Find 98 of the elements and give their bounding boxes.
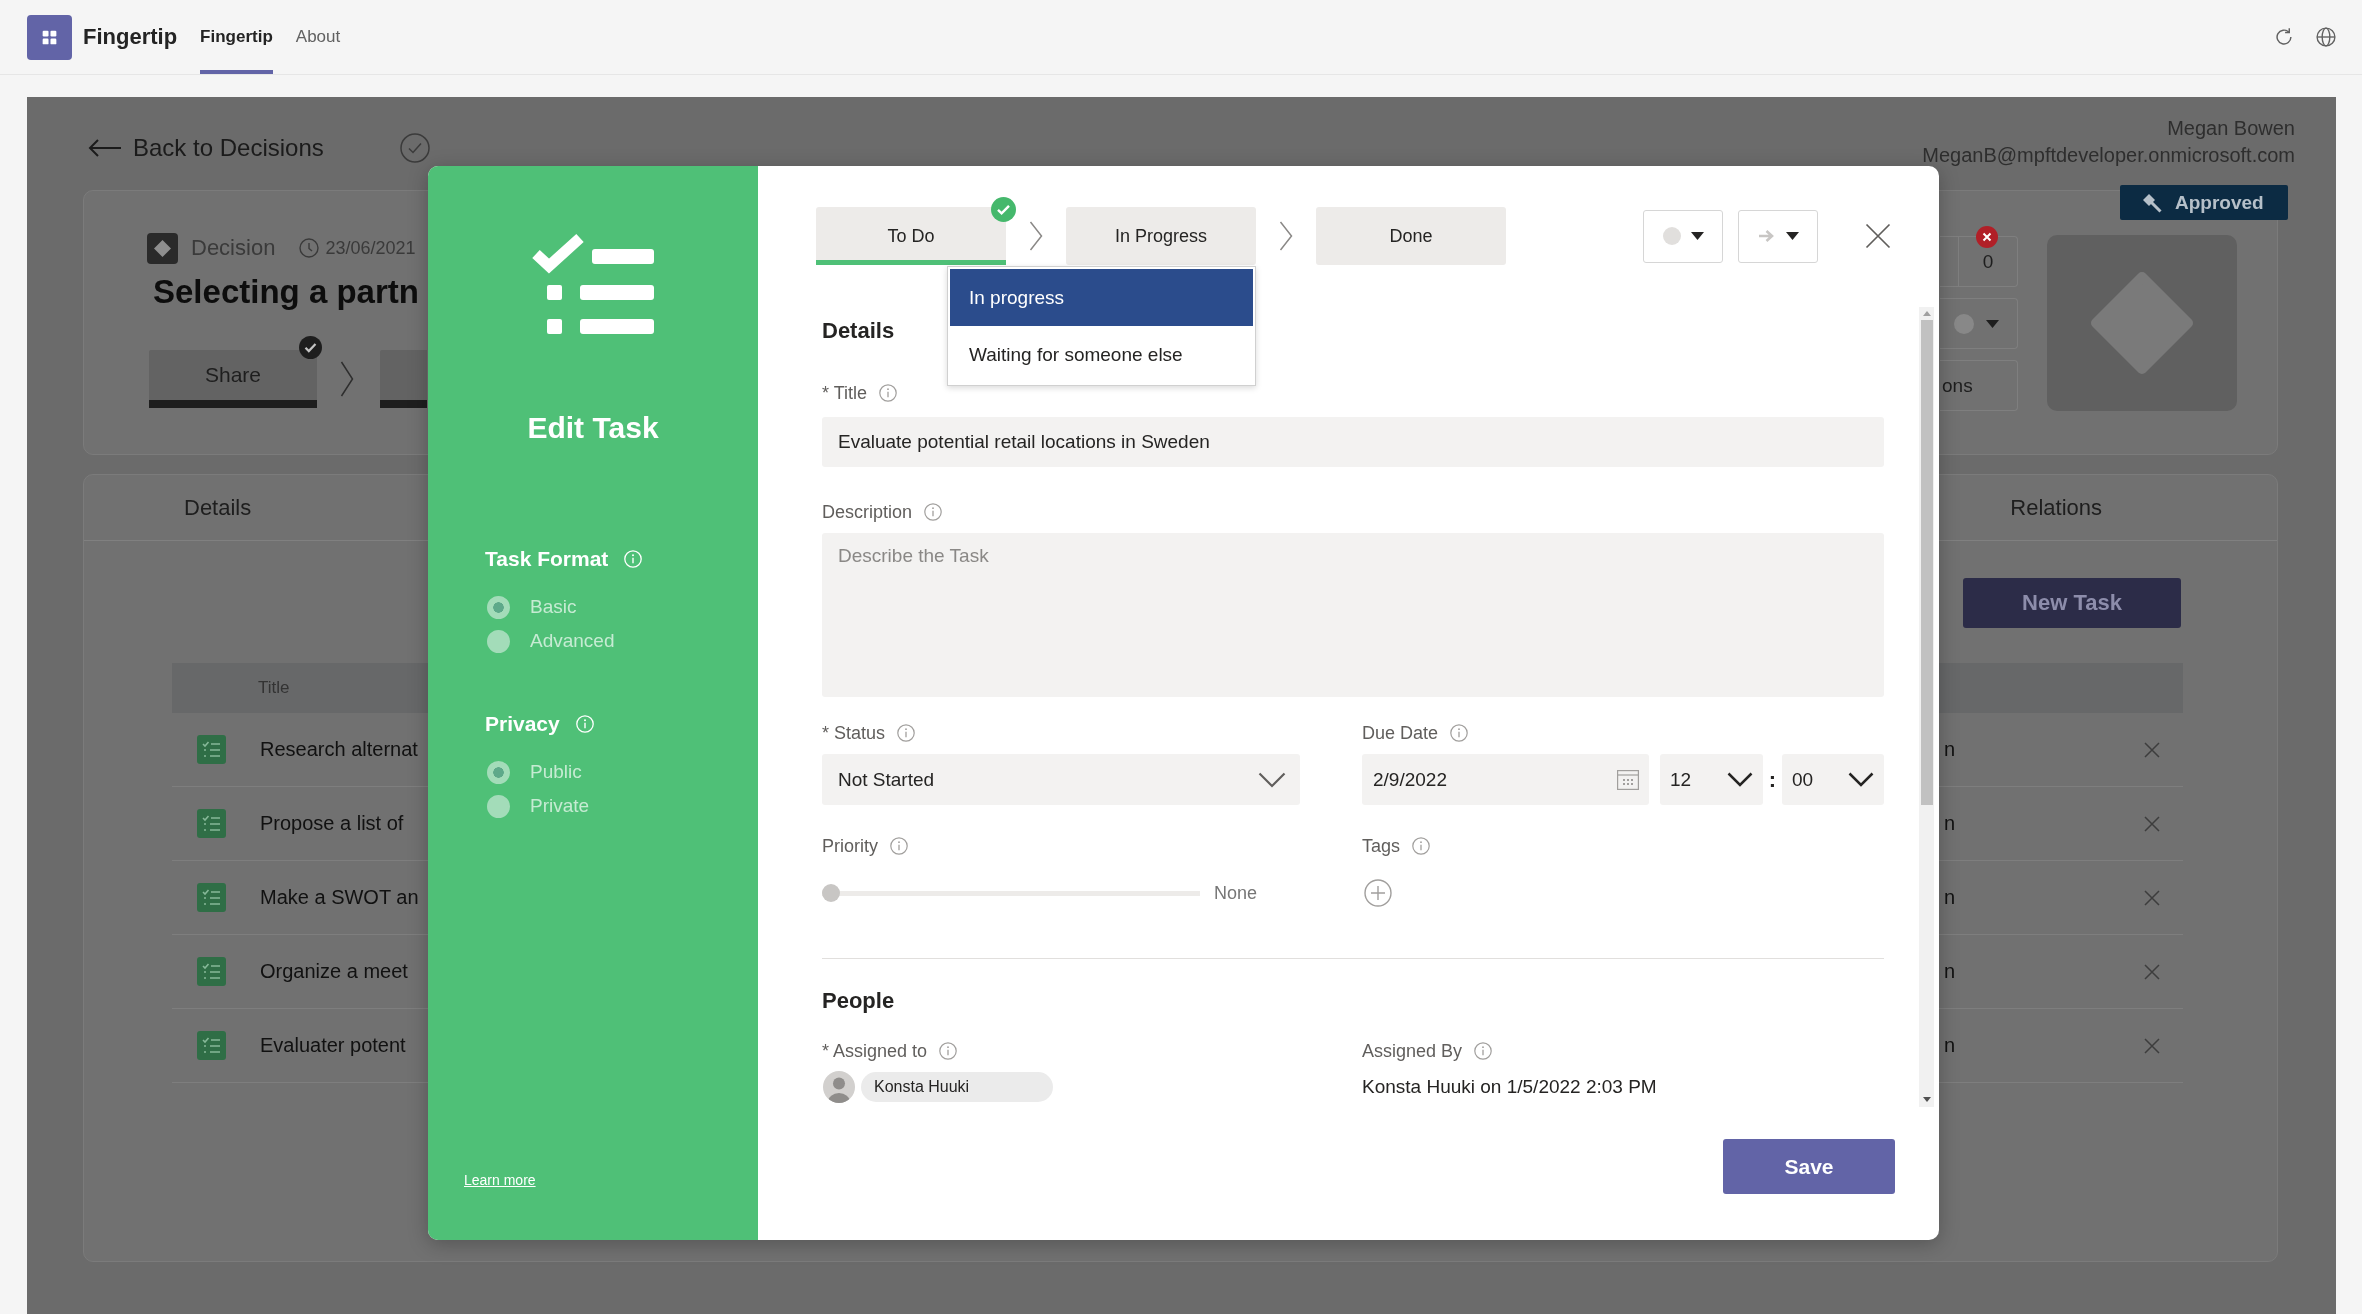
info-icon[interactable] — [890, 837, 908, 855]
table-cell: Evaluater potent — [260, 1034, 406, 1057]
arrow-right-icon — [1757, 229, 1776, 243]
table-cell: Research alternat — [260, 738, 418, 761]
date-field[interactable]: 2/9/2022 — [1362, 754, 1649, 805]
stage-button[interactable] — [380, 350, 427, 408]
status-dropdown[interactable]: Not Started — [822, 754, 1300, 805]
dialog-title: Edit Task — [527, 410, 659, 446]
checklist-icon — [530, 232, 654, 336]
chevron-down-icon — [1848, 772, 1874, 787]
app-name: Fingertip — [83, 24, 178, 50]
circle-icon — [1662, 227, 1681, 245]
dropdown-button[interactable] — [1940, 298, 2018, 349]
decision-title: Selecting a partn — [153, 272, 419, 312]
description-field[interactable]: Describe the Task — [822, 533, 1884, 697]
info-icon[interactable] — [924, 503, 943, 521]
chevron-down-icon — [1727, 772, 1753, 787]
new-task-button[interactable]: New Task — [1963, 578, 2181, 628]
checklist-icon — [197, 1031, 226, 1060]
scrollbar[interactable] — [1919, 307, 1934, 1107]
error-icon — [1976, 226, 1998, 248]
tab[interactable]: Details — [184, 494, 252, 521]
caret-up-icon[interactable] — [1922, 311, 1931, 316]
field-label: * Assigned to — [822, 1040, 928, 1062]
time-separator: : — [1767, 766, 1778, 793]
scrollbar-thumb[interactable] — [1920, 320, 1933, 805]
status-label: Approved — [2175, 191, 2264, 214]
minute-dropdown[interactable]: 00 — [1782, 754, 1884, 805]
chevron-right-icon — [1029, 221, 1043, 251]
section-heading: People — [822, 987, 895, 1015]
field-label: Due Date — [1362, 722, 1439, 744]
arrow-left-icon — [88, 138, 122, 158]
counter-value: 0 — [1981, 249, 1995, 274]
hour-dropdown[interactable]: 12 — [1660, 754, 1763, 805]
calendar-icon[interactable] — [1617, 769, 1639, 790]
info-icon[interactable] — [879, 384, 898, 402]
table-cell: Make a SWOT an — [260, 886, 419, 909]
circle-icon — [1954, 313, 1974, 334]
field-label: * Title — [822, 382, 868, 404]
chevron-right-icon — [1279, 221, 1293, 251]
section-heading: Privacy — [485, 712, 560, 736]
table-cell: n — [1944, 886, 1956, 909]
slider-thumb[interactable] — [822, 884, 840, 902]
step-tab[interactable]: Done — [1316, 207, 1506, 265]
item-type-label: Decision — [191, 235, 276, 261]
table-cell: n — [1944, 1034, 1956, 1057]
gavel-icon — [2142, 192, 2162, 213]
tab[interactable]: Relations — [2010, 494, 2102, 521]
avatar — [823, 1071, 855, 1103]
refresh-icon[interactable] — [2274, 27, 2294, 47]
checklist-icon — [197, 735, 226, 764]
info-icon[interactable] — [1474, 1042, 1493, 1060]
date-text: 23/06/2021 — [325, 237, 416, 259]
caret-down-icon[interactable] — [1922, 1097, 1931, 1102]
field-label: Tags — [1362, 835, 1401, 857]
back-link[interactable]: Back to Decisions — [88, 134, 400, 162]
section-heading: Task Format — [485, 547, 609, 571]
title-input[interactable]: Evaluate potential retail locations in Sweden — [822, 417, 1884, 467]
add-icon[interactable] — [1364, 879, 1392, 907]
chevron-down-icon — [1258, 771, 1286, 788]
save-button[interactable]: Save — [1723, 1139, 1895, 1194]
caret-icon — [1986, 319, 1999, 328]
field-label: Assigned By — [1362, 1040, 1463, 1062]
user-email: MeganB@mpftdeveloper.onmicrosoft.com — [1922, 144, 2295, 166]
table-cell: n — [1944, 812, 1956, 835]
checklist-icon — [197, 883, 226, 912]
field-label: Description — [822, 501, 913, 523]
caret-icon — [1785, 232, 1799, 240]
info-icon[interactable] — [939, 1042, 958, 1060]
table-cell: n — [1944, 960, 1956, 983]
table-cell: Organize a meet — [260, 960, 408, 983]
nav-tab[interactable]: About — [295, 0, 341, 74]
options-button[interactable]: ons — [1940, 360, 2018, 411]
field-label: Priority — [822, 835, 878, 857]
close-icon[interactable] — [1865, 223, 1891, 249]
caret-icon — [1690, 232, 1704, 240]
assigned-by-text: Konsta Huuki on 1/5/2022 2:03 PM — [1362, 1076, 1657, 1098]
menu-item[interactable]: In progress — [950, 269, 1253, 326]
person-chip[interactable]: Konsta Huuki — [861, 1072, 1053, 1102]
table-cell: Propose a list of — [260, 812, 404, 835]
globe-icon[interactable] — [2316, 27, 2336, 47]
user-name: Megan Bowen — [2167, 116, 2295, 141]
info-icon[interactable] — [1412, 837, 1431, 855]
field-label: * Status — [822, 722, 886, 744]
nav-tab[interactable]: Fingertip — [200, 0, 273, 74]
info-icon[interactable] — [1450, 724, 1469, 742]
info-icon[interactable] — [897, 724, 916, 742]
app-icon[interactable] — [27, 14, 72, 60]
checklist-icon — [197, 809, 226, 838]
checklist-icon — [197, 957, 226, 986]
priority-value: None — [1214, 882, 1258, 904]
clock-icon — [299, 238, 320, 258]
step-tab[interactable]: To Do — [816, 207, 1006, 265]
check-circle-icon[interactable] — [400, 133, 430, 163]
chevron-right-icon — [340, 361, 354, 397]
section-heading: Details — [822, 317, 895, 345]
step-tab[interactable]: In Progress — [1066, 207, 1256, 265]
table-cell: n — [1944, 738, 1956, 761]
